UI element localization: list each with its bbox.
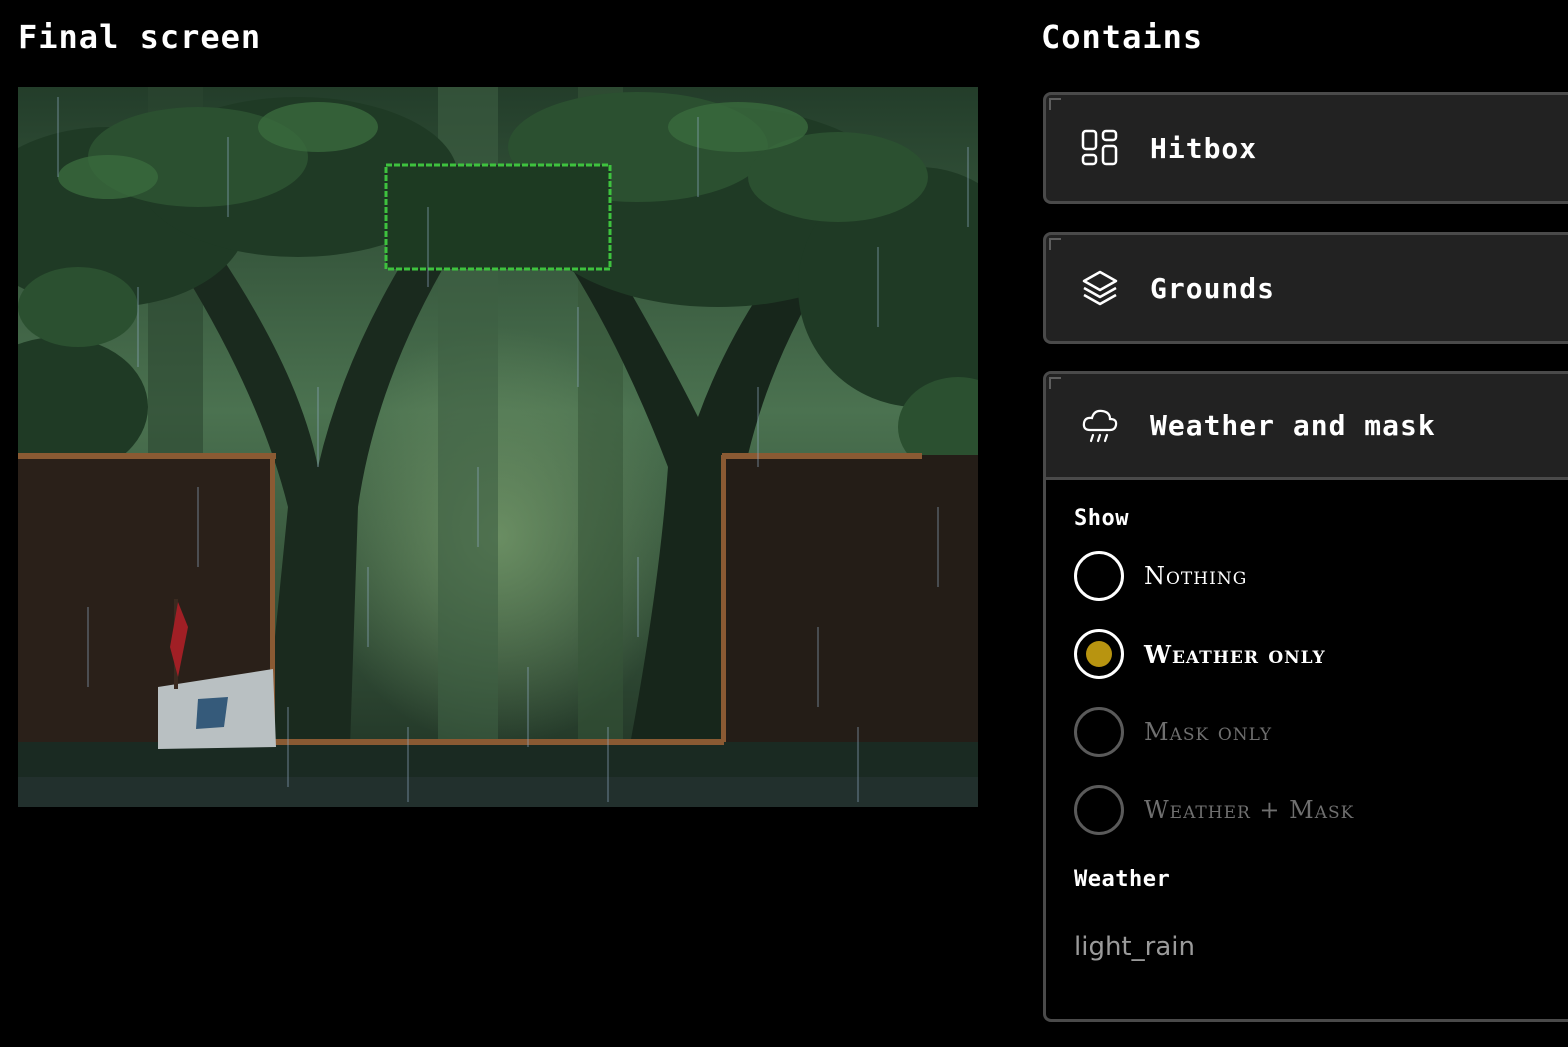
cloud-rain-icon	[1080, 406, 1120, 446]
radio-option-label: Weather + Mask	[1144, 796, 1355, 824]
grounds-panel-header[interactable]: Grounds	[1046, 235, 1568, 341]
radio-button-disabled[interactable]	[1074, 785, 1124, 835]
radio-button-selected[interactable]	[1074, 629, 1124, 679]
grounds-panel[interactable]: Grounds	[1043, 232, 1568, 344]
show-label: Show	[1074, 506, 1129, 531]
radio-option-weather-mask[interactable]: Weather + Mask	[1074, 785, 1354, 835]
radio-option-label: Mask only	[1144, 718, 1273, 746]
grounds-panel-label: Grounds	[1150, 271, 1276, 305]
radio-option-weather-only[interactable]: Weather only	[1074, 629, 1326, 679]
forest-scene-image	[18, 87, 978, 807]
hitbox-panel-header[interactable]: Hitbox	[1046, 95, 1568, 201]
weather-mask-panel-header[interactable]: Weather and mask	[1046, 374, 1568, 480]
hitbox-panel-label: Hitbox	[1150, 131, 1258, 165]
radio-button-disabled[interactable]	[1074, 707, 1124, 757]
layers-icon	[1080, 268, 1120, 308]
contains-title: Contains	[1041, 18, 1204, 56]
hitbox-panel[interactable]: Hitbox	[1043, 92, 1568, 204]
final-screen-title: Final screen	[18, 18, 262, 56]
weather-mask-panel: Weather and mask Show Nothing Weather on…	[1043, 371, 1568, 1022]
game-preview	[18, 87, 978, 807]
weather-label: Weather	[1074, 867, 1171, 892]
weather-value[interactable]: light_rain	[1074, 932, 1195, 962]
radio-option-label: Nothing	[1144, 562, 1248, 590]
layout-grid-icon	[1080, 128, 1120, 168]
radio-option-mask-only[interactable]: Mask only	[1074, 707, 1272, 757]
radio-option-nothing[interactable]: Nothing	[1074, 551, 1247, 601]
weather-mask-panel-label: Weather and mask	[1150, 409, 1436, 442]
radio-button[interactable]	[1074, 551, 1124, 601]
radio-option-label: Weather only	[1144, 639, 1326, 669]
